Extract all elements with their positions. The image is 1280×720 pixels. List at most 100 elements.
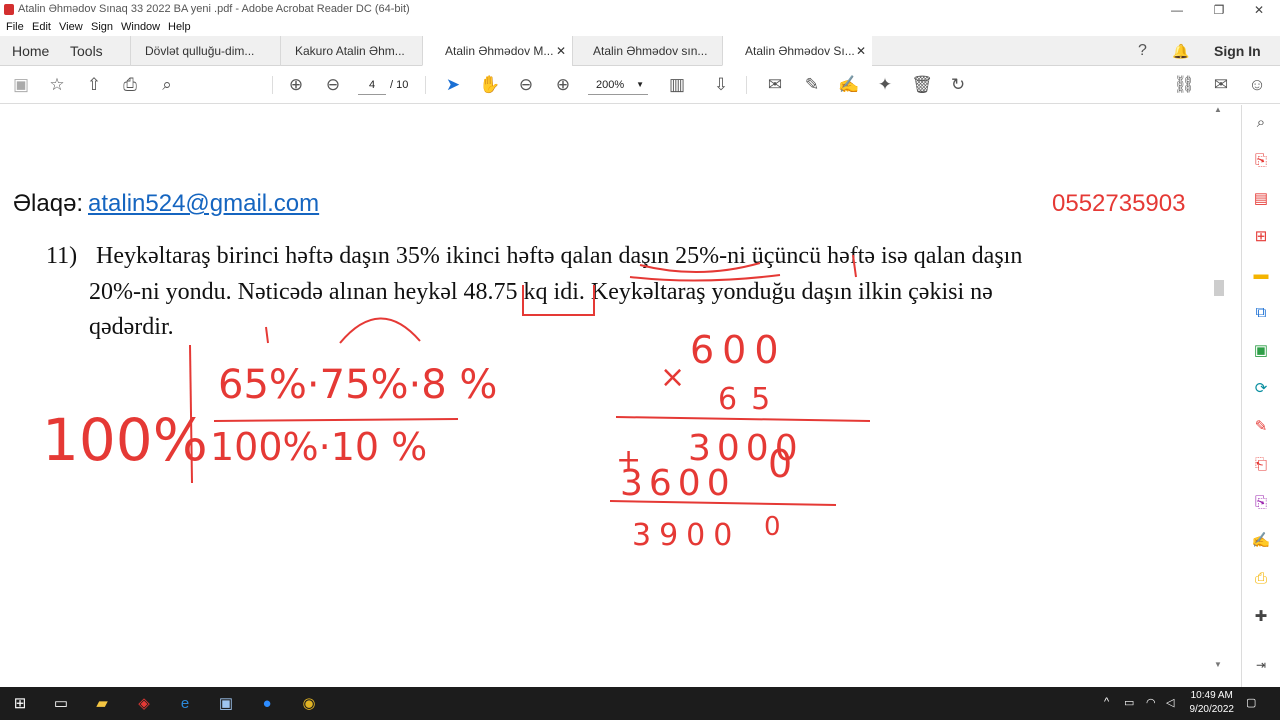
close-icon[interactable]: ✕	[856, 36, 866, 65]
bell-icon[interactable]: 🔔	[1172, 36, 1189, 66]
tab-document-1[interactable]: Dövlət qulluğu-dim...	[130, 36, 280, 66]
toolbar-divider	[272, 76, 273, 94]
zoom-search-icon[interactable]: ⌕	[1251, 113, 1271, 133]
signature-icon[interactable]: ✍	[1251, 531, 1271, 551]
menu-sign[interactable]: Sign	[91, 21, 113, 33]
menu-window[interactable]: Window	[121, 21, 160, 33]
select-cursor-icon[interactable]: ➤	[442, 74, 464, 96]
volume-icon[interactable]: ◁	[1166, 696, 1174, 709]
ink-numerator: 65%·75%·8 %	[218, 362, 497, 408]
scroll-thumb[interactable]	[1214, 280, 1224, 296]
scroll-mode-icon[interactable]: ⇩	[710, 74, 732, 96]
ink-plus: +	[616, 443, 641, 478]
minimize-button[interactable]: —	[1162, 2, 1192, 18]
ink-left-work: 65%·75%·8 % 100%·10 % 100%	[42, 362, 497, 474]
combine-files-icon[interactable]: ⧉	[1251, 303, 1271, 323]
hand-tool-icon[interactable]: ✋	[479, 74, 501, 96]
help-icon[interactable]: ?	[1138, 36, 1147, 66]
menu-edit[interactable]: Edit	[32, 21, 51, 33]
stamp-icon[interactable]: ✦	[874, 74, 896, 96]
comment-tool-icon[interactable]: ▬	[1251, 265, 1271, 285]
star-icon[interactable]: ☆	[46, 74, 68, 96]
close-icon[interactable]: ✕	[556, 36, 566, 65]
ink-tick-2	[265, 326, 269, 344]
create-pdf-icon[interactable]: ⊞	[1251, 227, 1271, 247]
wifi-icon[interactable]: ◠	[1146, 696, 1156, 709]
ink-box-48-75	[522, 285, 595, 316]
ink-right-work: 600 × 65 3000 0 3600 + 3900 0	[616, 328, 798, 553]
page-number-input[interactable]: 4	[358, 75, 386, 95]
menu-help[interactable]: Help	[168, 21, 191, 33]
system-clock[interactable]: 10:49 AM 9/20/2022	[1190, 689, 1235, 717]
save-icon[interactable]: ▣	[10, 74, 32, 96]
chevron-down-icon: ▼	[636, 80, 644, 89]
export-pdf-icon[interactable]: ⎘	[1251, 151, 1271, 171]
menu-file[interactable]: File	[6, 21, 24, 33]
file-explorer-icon[interactable]: ▰	[91, 693, 113, 715]
previous-page-icon[interactable]: ⊕	[285, 74, 307, 96]
ink-row-1-end: 0	[768, 442, 792, 486]
tab-document-4[interactable]: Atalin Əhmədov sın...	[572, 36, 722, 66]
print-icon[interactable]: ⎙	[119, 74, 141, 96]
send-review-icon[interactable]: ⎙	[1251, 569, 1271, 589]
highlight-pen-icon[interactable]: ✎	[801, 74, 823, 96]
search-icon[interactable]: ⌕	[156, 74, 178, 96]
redo-icon[interactable]: ↻	[947, 74, 969, 96]
title-bar: Atalin Əhmədov Sınaq 33 2022 BA yeni .pd…	[0, 0, 1280, 20]
delete-icon[interactable]: 🗑	[911, 74, 933, 96]
clock-time: 10:49 AM	[1190, 690, 1233, 701]
upload-icon[interactable]: ⇧	[83, 74, 105, 96]
scroll-down-icon[interactable]: ▼	[1214, 660, 1222, 669]
collapse-panel-icon[interactable]: ⇥	[1251, 655, 1271, 675]
ink-mult-top: 600	[690, 328, 787, 372]
internet-explorer-icon[interactable]: e	[174, 693, 196, 715]
sign-in-button[interactable]: Sign In	[1214, 36, 1261, 66]
maximize-button[interactable]: ❐	[1204, 2, 1234, 18]
tray-chevron-icon[interactable]: ^	[1104, 696, 1109, 708]
nav-tools[interactable]: Tools	[70, 36, 103, 66]
draw-icon[interactable]: ✍	[838, 74, 860, 96]
vertical-scrollbar[interactable]: ▲ ▼	[1212, 105, 1226, 687]
task-view-icon[interactable]: ▭	[50, 693, 72, 715]
scan-ocr-icon[interactable]: ⟳	[1251, 379, 1271, 399]
acrobat-app-icon	[4, 4, 14, 15]
document-page[interactable]: Əlaqə: atalin524@gmail.com 0552735903 11…	[0, 105, 1241, 687]
tab-document-3[interactable]: Atalin Əhmədov M... ✕	[422, 36, 572, 66]
windows-start-icon[interactable]: ⊞	[9, 693, 31, 715]
organize-pages-icon[interactable]: ▤	[1251, 189, 1271, 209]
ink-mult-bottom: 65	[718, 382, 784, 417]
link-icon[interactable]: ⛓	[1173, 74, 1195, 96]
battery-icon[interactable]: ▭	[1124, 696, 1134, 709]
page-display-icon[interactable]: ▥	[666, 74, 688, 96]
window-app-icon[interactable]: ▣	[215, 693, 237, 715]
next-page-icon[interactable]: ⊖	[322, 74, 344, 96]
tab-label: Dövlət qulluğu-dim...	[145, 44, 255, 58]
edit-pdf-icon[interactable]: ⎗	[1251, 455, 1271, 475]
tab-document-5[interactable]: Atalin Əhmədov Sı... ✕	[722, 36, 872, 66]
menu-view[interactable]: View	[59, 21, 83, 33]
chrome-icon[interactable]: ◉	[298, 693, 320, 715]
protect-icon[interactable]: ⎘	[1251, 493, 1271, 513]
tab-label: Atalin Əhmədov sın...	[593, 44, 708, 58]
main-toolbar: ▣ ☆ ⇧ ⎙ ⌕ ⊕ ⊖ 4 / 10 ➤ ✋ ⊖ ⊕ 200% ▼ ▥ ⇩ …	[0, 66, 1280, 104]
more-tools-icon[interactable]: ✚	[1251, 607, 1271, 627]
close-window-button[interactable]: ✕	[1244, 2, 1274, 18]
share-user-icon[interactable]: ☺	[1246, 74, 1268, 96]
zoom-level-select[interactable]: 200% ▼	[588, 75, 648, 95]
compress-pdf-icon[interactable]: ▣	[1251, 341, 1271, 361]
tab-document-2[interactable]: Kakuro Atalin Əhm...	[280, 36, 422, 66]
ink-product-line	[615, 416, 871, 422]
ink-tick	[852, 254, 857, 278]
zoom-in-icon[interactable]: ⊕	[552, 74, 574, 96]
nav-home[interactable]: Home	[12, 36, 49, 66]
acrobat-taskbar-icon[interactable]: ◈	[133, 693, 155, 715]
mail-icon[interactable]: ✉	[1210, 74, 1232, 96]
fill-sign-icon[interactable]: ✎	[1251, 417, 1271, 437]
window-title: Atalin Əhmədov Sınaq 33 2022 BA yeni .pd…	[18, 3, 410, 15]
handwritten-annotations: 65%·75%·8 % 100%·10 % 100% 600 × 65 3000…	[42, 254, 871, 553]
zoom-out-icon[interactable]: ⊖	[515, 74, 537, 96]
notifications-icon[interactable]: ▢	[1246, 696, 1256, 709]
comment-icon[interactable]: ✉	[764, 74, 786, 96]
scroll-up-icon[interactable]: ▲	[1214, 105, 1222, 114]
zoom-app-icon[interactable]: ●	[256, 693, 278, 715]
